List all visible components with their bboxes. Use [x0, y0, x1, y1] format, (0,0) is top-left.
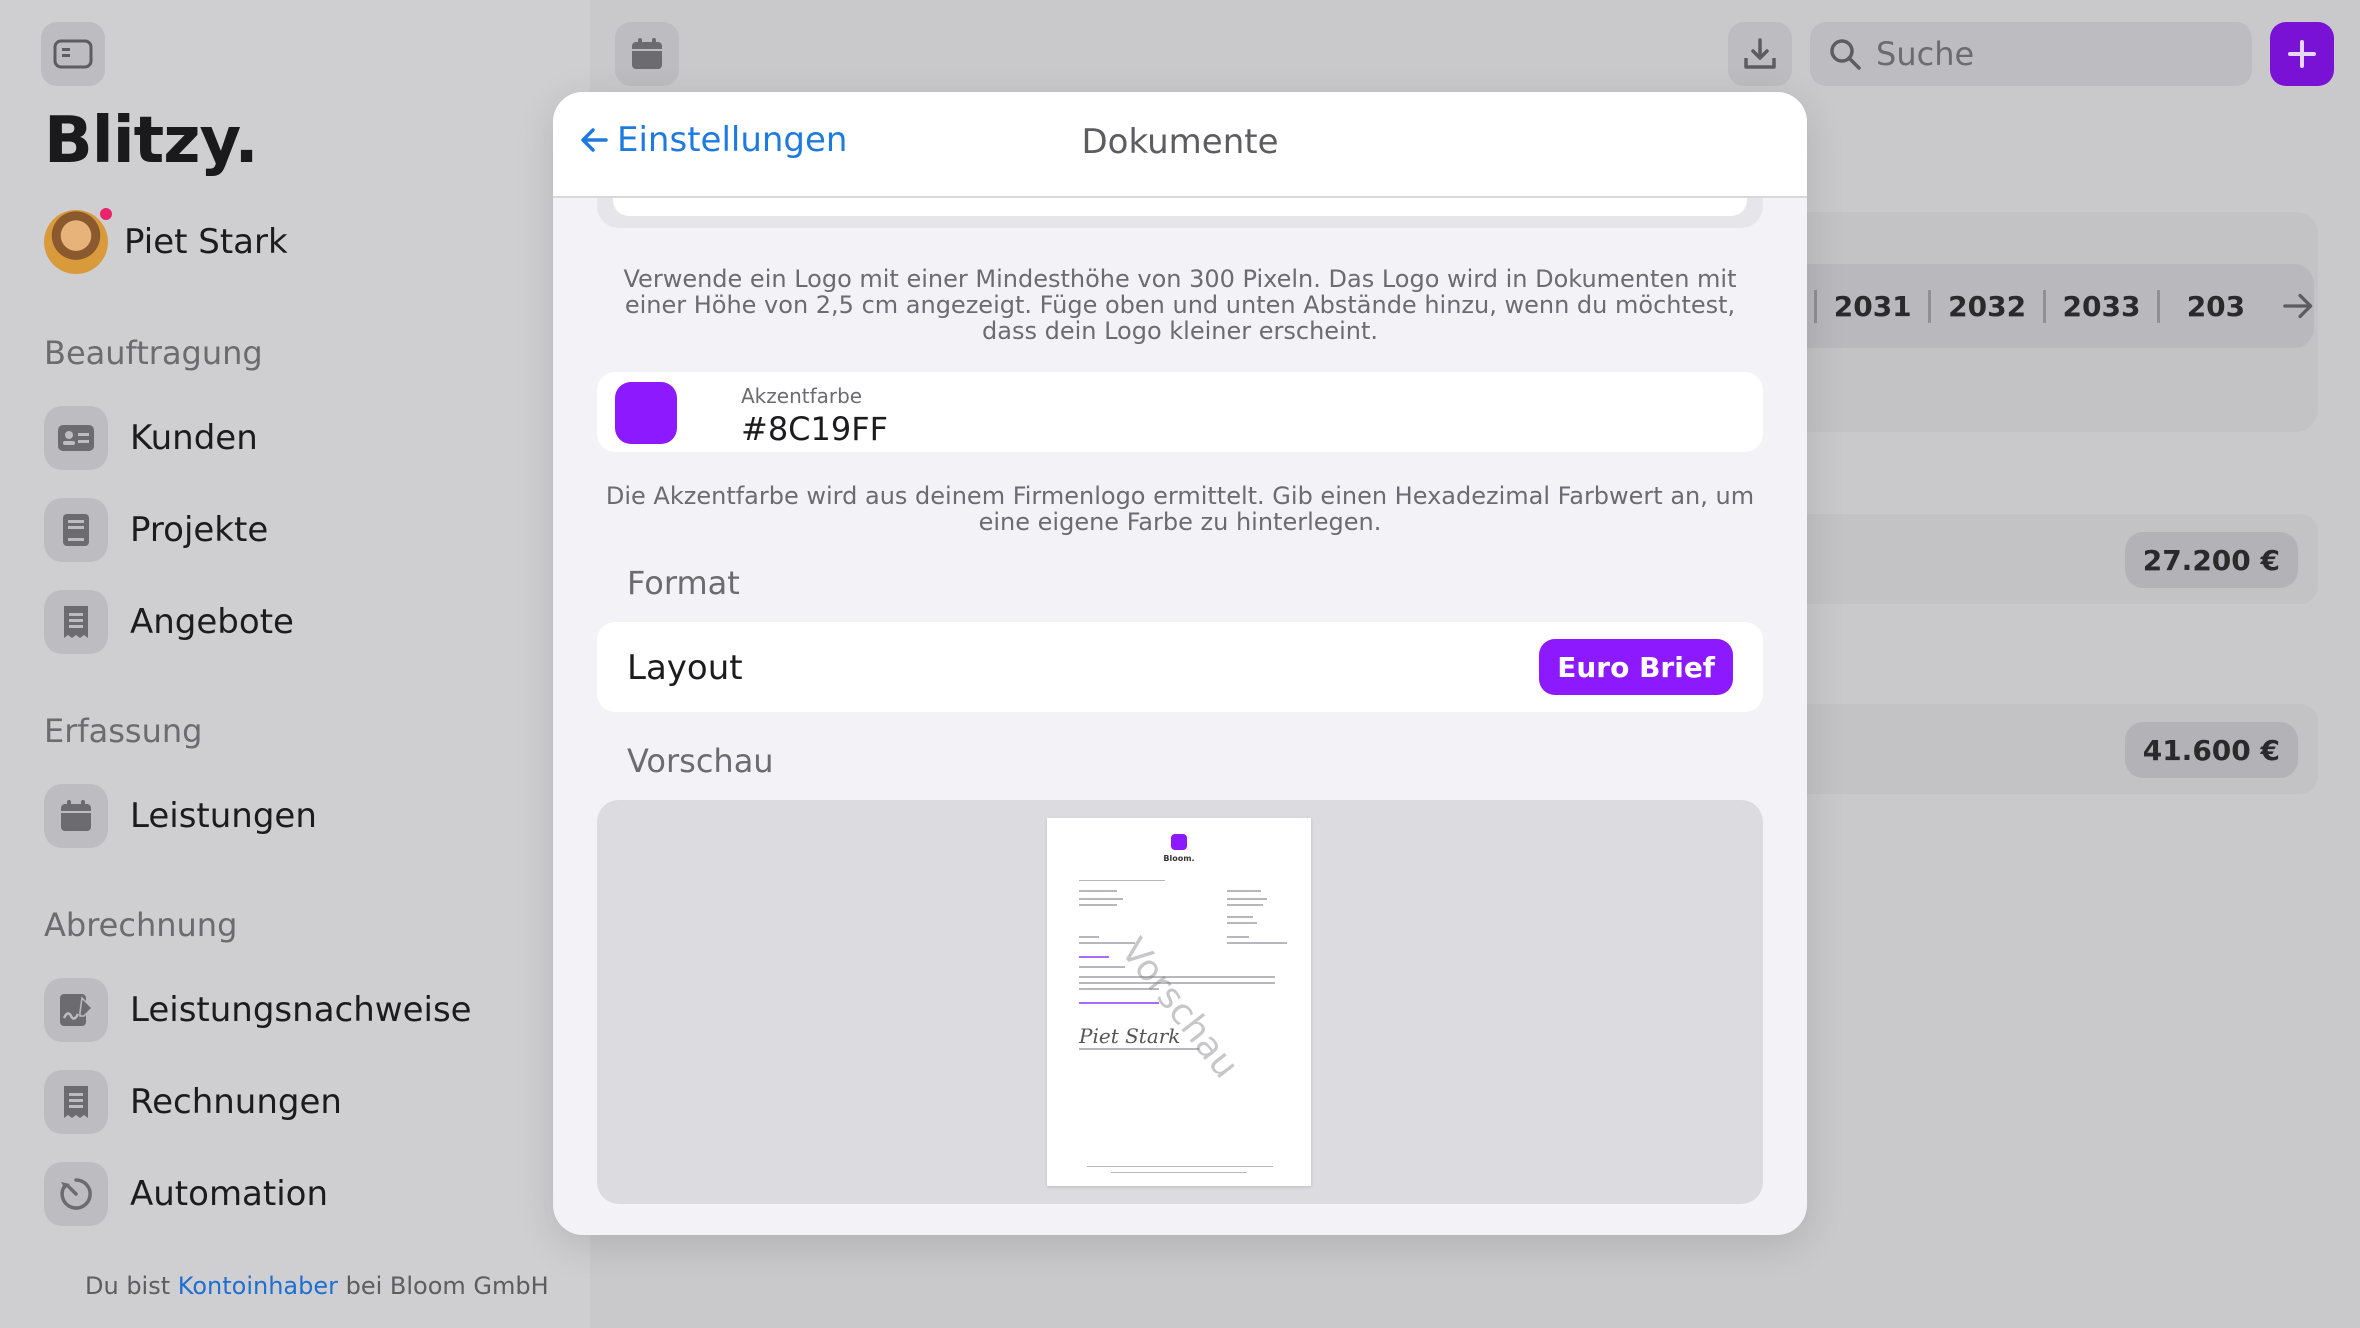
- sidebar-item-label: Leistungen: [130, 796, 317, 836]
- footer-suffix: bei Bloom GmbH: [345, 1272, 549, 1300]
- contact-card-icon: [44, 406, 108, 470]
- modal-header: Einstellungen Dokumente: [553, 92, 1807, 198]
- year-option[interactable]: 2033: [2042, 289, 2157, 323]
- amount-badge: 27.200 €: [2124, 532, 2298, 588]
- sidebar-item-label: Rechnungen: [130, 1082, 342, 1122]
- timer-icon: [44, 1162, 108, 1226]
- search-placeholder: Suche: [1876, 35, 1975, 73]
- sidebar-item-label: Angebote: [130, 602, 294, 642]
- year-selector[interactable]: 2031 2032 2033 203: [1790, 264, 2314, 348]
- sidebar-item-rechnungen[interactable]: Rechnungen: [44, 1070, 342, 1134]
- sidebar-item-label: Kunden: [130, 418, 258, 458]
- receipt-icon: [44, 590, 108, 654]
- document-logo-text: Bloom.: [1163, 854, 1195, 863]
- document-preview: Bloom. Piet Stark Vorschau: [597, 800, 1763, 1204]
- section-abrechnung: Abrechnung: [44, 906, 238, 944]
- preview-watermark: Vorschau: [1112, 930, 1247, 1087]
- documents-settings-modal: Einstellungen Dokumente Verwende ein Log…: [553, 92, 1807, 1235]
- preview-section-title: Vorschau: [627, 742, 774, 780]
- sidebar-item-kunden[interactable]: Kunden: [44, 406, 258, 470]
- notification-dot: [98, 206, 114, 222]
- calendar-icon: [632, 38, 662, 69]
- accent-color-value[interactable]: #8C19FF: [741, 410, 888, 448]
- signed-document-icon: [44, 978, 108, 1042]
- sidebar-item-leistungen[interactable]: Leistungen: [44, 784, 317, 848]
- calendar-button[interactable]: [615, 22, 679, 86]
- layout-row[interactable]: Layout Euro Brief: [597, 622, 1763, 712]
- download-icon: [1744, 38, 1776, 69]
- download-button[interactable]: [1728, 22, 1792, 86]
- layout-select-button[interactable]: Euro Brief: [1539, 639, 1733, 695]
- sidebar-icon: [53, 39, 93, 69]
- year-option[interactable]: 2032: [1928, 289, 2042, 323]
- signature: Piet Stark: [1079, 1024, 1181, 1048]
- sidebar-item-automation[interactable]: Automation: [44, 1162, 328, 1226]
- sidebar-item-projekte[interactable]: Projekte: [44, 498, 268, 562]
- add-button[interactable]: [2270, 22, 2334, 86]
- sidebar-item-leistungsnachweise[interactable]: Leistungsnachweise: [44, 978, 472, 1042]
- account-owner-link[interactable]: Kontoinhaber: [178, 1272, 338, 1300]
- account-footer: Du bist Kontoinhaber bei Bloom GmbH: [85, 1272, 549, 1300]
- sidebar-item-angebote[interactable]: Angebote: [44, 590, 294, 654]
- book-icon: [44, 498, 108, 562]
- footer-prefix: Du bist: [85, 1272, 171, 1300]
- sidebar-item-label: Projekte: [130, 510, 269, 550]
- logo-preview: [613, 198, 1747, 216]
- accent-color-caption: Akzentfarbe: [741, 384, 863, 408]
- year-option[interactable]: 2031: [1814, 289, 1928, 323]
- plus-icon: [2288, 40, 2316, 68]
- format-section-title: Format: [627, 564, 740, 602]
- list-item[interactable]: 41.600 €: [1790, 704, 2318, 794]
- search-icon: [1830, 39, 1861, 70]
- accent-color-field[interactable]: Akzentfarbe #8C19FF: [597, 372, 1763, 452]
- sidebar: Blitzy. Piet Stark Beauftragung Kunden P…: [0, 0, 590, 1328]
- search-input[interactable]: Suche: [1810, 22, 2252, 86]
- user-profile[interactable]: Piet Stark: [44, 206, 288, 274]
- modal-title: Dokumente: [1081, 122, 1279, 162]
- app-logo: Blitzy.: [44, 104, 259, 178]
- logo-note: Verwende ein Logo mit einer Mindesthöhe …: [623, 265, 1737, 345]
- section-beauftragung: Beauftragung: [44, 334, 263, 372]
- year-option[interactable]: 203: [2157, 289, 2271, 323]
- amount-badge: 41.600 €: [2124, 722, 2298, 778]
- preview-page[interactable]: Bloom. Piet Stark Vorschau: [1047, 818, 1311, 1186]
- calendar-icon: [44, 784, 108, 848]
- section-erfassung: Erfassung: [44, 712, 203, 750]
- user-name: Piet Stark: [124, 222, 288, 262]
- invoice-icon: [44, 1070, 108, 1134]
- sidebar-item-label: Automation: [130, 1174, 329, 1214]
- sidebar-item-label: Leistungsnachweise: [130, 990, 472, 1030]
- accent-color-swatch[interactable]: [615, 382, 677, 444]
- sidebar-toggle-button[interactable]: [41, 22, 105, 86]
- list-item[interactable]: 27.200 €: [1790, 514, 2318, 604]
- arrow-right-icon[interactable]: [2282, 291, 2314, 321]
- document-logo-icon: [1171, 834, 1187, 850]
- layout-label: Layout: [627, 648, 743, 688]
- avatar: [44, 206, 114, 274]
- accent-note: Die Akzentfarbe wird aus deinem Firmenlo…: [605, 482, 1755, 536]
